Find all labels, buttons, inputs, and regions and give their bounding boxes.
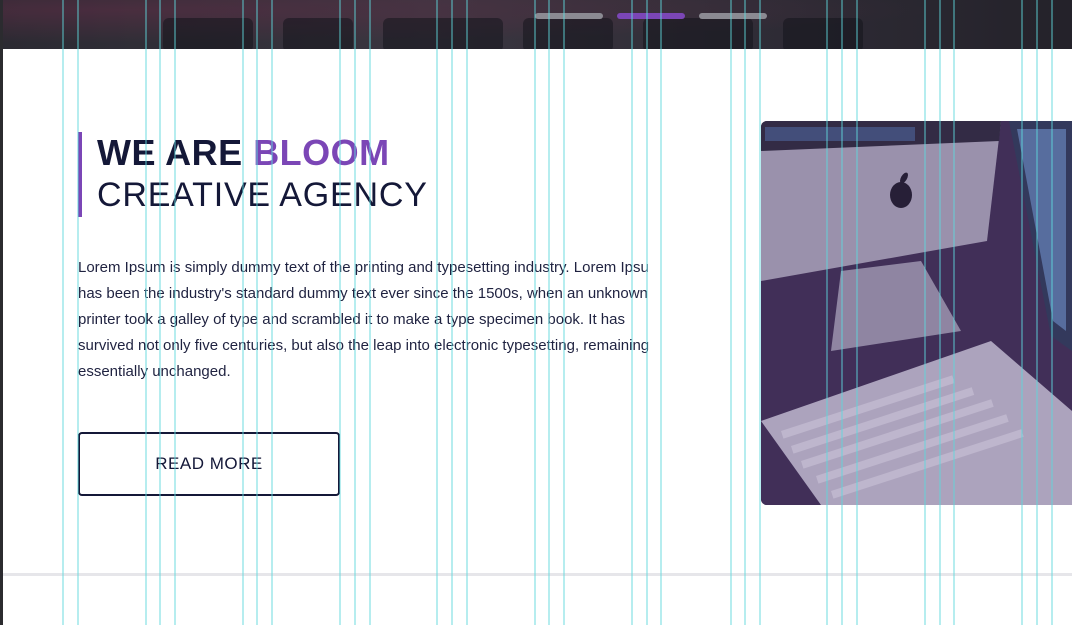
hero-image xyxy=(761,121,1072,505)
intro-line: Lorem Ipsum is simply dummy text of the … xyxy=(78,259,649,276)
intro-paragraph: Lorem Ipsum is simply dummy text of the … xyxy=(78,255,723,385)
intro-line: has been the industry's standard dummy t… xyxy=(78,285,648,302)
slider-pagination xyxy=(535,13,767,19)
headline-prefix: WE ARE xyxy=(97,132,243,173)
intro-line: survived not only five centuries, but al… xyxy=(78,337,650,354)
section-divider xyxy=(3,573,1072,576)
hero-background-detail xyxy=(383,18,503,49)
read-more-button[interactable]: READ MORE xyxy=(78,432,340,496)
headline-block: WE ARE BLOOM CREATIVE AGENCY xyxy=(78,132,428,217)
headline-brand: BLOOM xyxy=(253,132,390,173)
slider-dot[interactable] xyxy=(699,13,767,19)
hero-slider xyxy=(3,0,1072,49)
hero-background-detail xyxy=(163,18,253,49)
hero-background-detail xyxy=(523,18,613,49)
left-edge xyxy=(0,0,3,625)
hero-background-detail xyxy=(783,18,863,49)
intro-line: printer took a galley of type and scramb… xyxy=(78,311,625,328)
slider-dot[interactable] xyxy=(535,13,603,19)
headline-title: WE ARE BLOOM xyxy=(97,133,428,173)
headline-subtitle: CREATIVE AGENCY xyxy=(97,176,428,214)
hero-background-detail xyxy=(643,18,753,49)
imac-keyboard-illustration xyxy=(761,121,1072,505)
page: WE ARE BLOOM CREATIVE AGENCY Lorem Ipsum… xyxy=(0,0,1072,625)
hero-background-detail xyxy=(283,18,353,49)
slider-dot[interactable] xyxy=(617,13,685,19)
intro-line: essentially unchanged. xyxy=(78,363,231,380)
